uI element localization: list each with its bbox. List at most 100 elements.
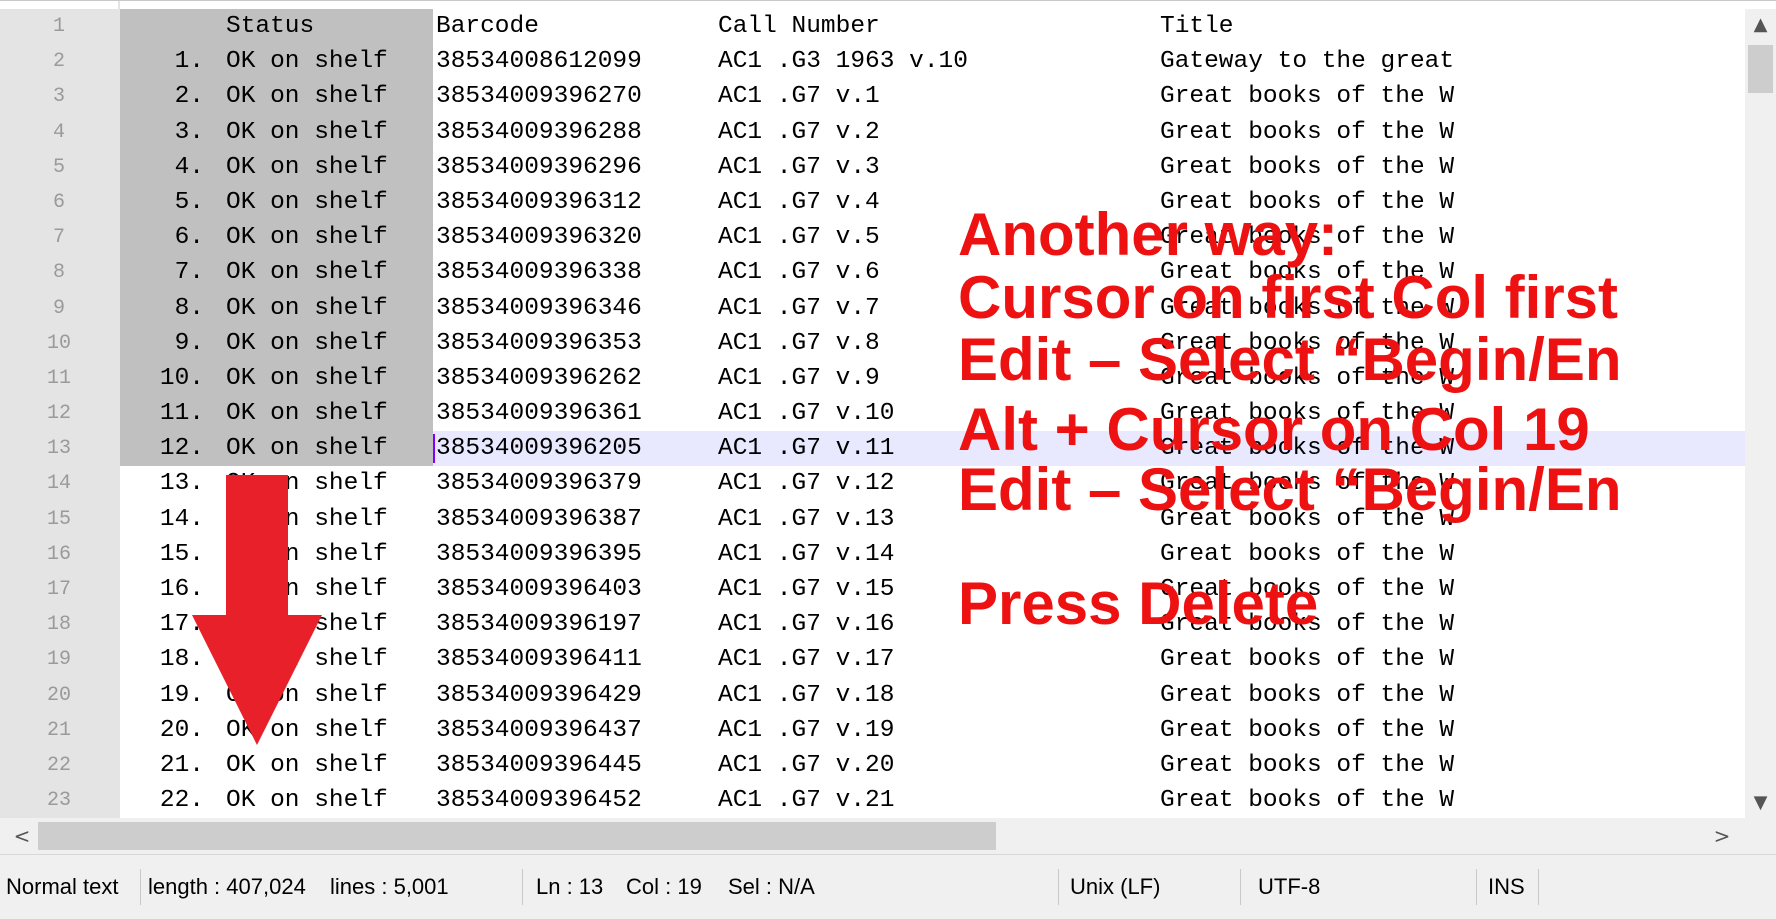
- row-title: Great books of the W: [1160, 470, 1455, 498]
- row-barcode: 38534009396346: [436, 294, 642, 322]
- scroll-right-icon[interactable]: >: [1708, 818, 1736, 854]
- text-line[interactable]: 7. OK on shelf 38534009396338 AC1 .G7 v.6 Gr…: [120, 255, 1745, 291]
- text-area[interactable]: Status Barcode Call Number Title 1. OK on she…: [120, 9, 1745, 818]
- row-status: OK on shelf: [226, 259, 388, 287]
- line-number-gutter: 1 2 3 4 5 6 7 8 9 10 11 12 13 14 15 16 17 18 19 20 21 22 23: [0, 9, 118, 819]
- row-call-number: AC1 .G7 v.14: [718, 540, 895, 568]
- row-number: 2.: [174, 83, 204, 111]
- text-line[interactable]: 22. OK on shelf 38534009396452 AC1 .G7 v.21…: [120, 783, 1745, 818]
- row-number: 22.: [159, 787, 204, 815]
- row-status: OK on shelf: [226, 646, 388, 674]
- line-number: 8: [0, 255, 118, 291]
- row-barcode: 38534009396387: [436, 505, 642, 533]
- text-editor[interactable]: 1 2 3 4 5 6 7 8 9 10 11 12 13 14 15 16 17 18 19 20 21 22 23 St…: [0, 0, 1776, 819]
- status-selection: Sel : N/A: [728, 874, 815, 899]
- row-number: 14.: [159, 505, 204, 533]
- text-line[interactable]: 13. OK on shelf 38534009396379 AC1 .G7 v.12…: [120, 466, 1745, 501]
- row-barcode: 38534009396353: [436, 329, 642, 357]
- row-call-number: AC1 .G3 1963 v.10: [718, 48, 968, 76]
- text-line[interactable]: 21. OK on shelf 38534009396445 AC1 .G7 v.20…: [120, 748, 1745, 783]
- row-number: 19.: [159, 681, 204, 709]
- text-line[interactable]: 8. OK on shelf 38534009396346 AC1 .G7 v.7 Gr…: [120, 290, 1745, 326]
- column-header-barcode: Barcode: [436, 13, 539, 40]
- row-call-number: AC1 .G7 v.13: [718, 505, 895, 533]
- text-line[interactable]: 16. OK on shelf 38534009396403 AC1 .G7 v.15…: [120, 572, 1745, 607]
- row-status: OK on shelf: [226, 118, 388, 146]
- row-status: OK on shelf: [226, 400, 388, 428]
- text-line[interactable]: 6. OK on shelf 38534009396320 AC1 .G7 v.5 Gr…: [120, 220, 1745, 256]
- scroll-down-icon[interactable]: ▼: [1745, 787, 1776, 819]
- text-line[interactable]: 10. OK on shelf 38534009396262 AC1 .G7 v.9 G…: [120, 360, 1745, 397]
- vertical-scrollbar[interactable]: ▲ ▼: [1745, 9, 1776, 819]
- horizontal-scroll-thumb[interactable]: [38, 822, 996, 850]
- line-number: 5: [0, 149, 118, 185]
- text-line[interactable]: 5. OK on shelf 38534009396312 AC1 .G7 v.4 Gr…: [120, 184, 1745, 221]
- text-line[interactable]: 15. OK on shelf 38534009396395 AC1 .G7 v.14…: [120, 537, 1745, 572]
- row-barcode: 38534009396205: [436, 435, 642, 463]
- row-call-number: AC1 .G7 v.15: [718, 576, 895, 603]
- row-title: Great books of the W: [1160, 83, 1455, 111]
- text-line[interactable]: 14. OK on shelf 38534009396387 AC1 .G7 v.13…: [120, 502, 1745, 537]
- status-encoding[interactable]: UTF-8: [1258, 855, 1320, 919]
- row-barcode: 38534009396452: [436, 787, 642, 815]
- status-line-number: Ln : 13: [536, 874, 604, 899]
- row-number: 6.: [174, 224, 204, 252]
- row-title: Great books of the W: [1160, 118, 1455, 146]
- row-title: Great books of the W: [1160, 364, 1455, 392]
- scroll-up-icon[interactable]: ▲: [1745, 9, 1776, 41]
- row-barcode: 38534009396437: [436, 716, 642, 744]
- row-status: OK on shelf: [226, 153, 388, 181]
- row-status: OK on shelf: [226, 576, 388, 603]
- text-line[interactable]: 4. OK on shelf 38534009396296 AC1 .G7 v.3 Gr…: [120, 149, 1745, 185]
- text-line[interactable]: 1. OK on shelf 38534008612099 AC1 .G3 1963 …: [120, 44, 1745, 80]
- row-call-number: AC1 .G7 v.12: [718, 470, 895, 498]
- row-number: 17.: [159, 611, 204, 639]
- row-title: Great books of the W: [1160, 259, 1455, 287]
- text-line[interactable]: 2. OK on shelf 38534009396270 AC1 .G7 v.1 Gr…: [120, 79, 1745, 115]
- row-call-number: AC1 .G7 v.2: [718, 118, 880, 146]
- row-barcode: 38534009396403: [436, 576, 642, 603]
- row-status: OK on shelf: [226, 364, 388, 392]
- row-title: Great books of the W: [1160, 681, 1455, 709]
- row-call-number: AC1 .G7 v.10: [718, 400, 895, 428]
- row-number: 18.: [159, 646, 204, 674]
- status-lines: lines : 5,001: [330, 874, 449, 899]
- text-line[interactable]: 11. OK on shelf 38534009396361 AC1 .G7 v.10…: [120, 396, 1745, 432]
- header-line[interactable]: Status Barcode Call Number Title: [120, 9, 1745, 45]
- line-number: 17: [0, 572, 118, 608]
- scroll-left-icon[interactable]: <: [8, 818, 36, 854]
- status-bar: Normal text length : 407,024 lines : 5,0…: [0, 854, 1776, 919]
- row-call-number: AC1 .G7 v.3: [718, 153, 880, 181]
- text-line[interactable]: 3. OK on shelf 38534009396288 AC1 .G7 v.2 Gr…: [120, 114, 1745, 150]
- vertical-scroll-thumb[interactable]: [1748, 45, 1773, 93]
- line-number: 20: [0, 677, 118, 713]
- text-line[interactable]: 12. OK on shelf 38534009396205 AC1 .G7 v.11…: [120, 431, 1745, 467]
- status-insert-mode: INS: [1488, 874, 1525, 899]
- row-status: OK on shelf: [226, 435, 388, 463]
- row-call-number: AC1 .G7 v.7: [718, 294, 880, 322]
- line-number: 18: [0, 607, 118, 643]
- status-divider: [522, 869, 523, 905]
- text-line[interactable]: 19. OK on shelf 38534009396429 AC1 .G7 v.18…: [120, 678, 1745, 713]
- row-title: Great books of the W: [1160, 611, 1455, 639]
- status-eol[interactable]: Unix (LF): [1070, 855, 1160, 919]
- text-line[interactable]: 9. OK on shelf 38534009396353 AC1 .G7 v.8 Gr…: [120, 325, 1745, 361]
- row-status: OK on shelf: [226, 681, 388, 709]
- text-line[interactable]: 20. OK on shelf 38534009396437 AC1 .G7 v.19…: [120, 713, 1745, 748]
- row-number: 10.: [159, 364, 204, 392]
- line-number: 14: [0, 466, 118, 502]
- row-number: 1.: [174, 48, 204, 76]
- row-barcode: 38534009396429: [436, 681, 642, 709]
- horizontal-scrollbar[interactable]: < >: [0, 818, 1776, 854]
- text-line[interactable]: 17. OK on shelf 38534009396197 AC1 .G7 v.16…: [120, 607, 1745, 642]
- text-caret: [433, 434, 435, 464]
- row-title: Great books of the W: [1160, 153, 1455, 181]
- row-barcode: 38534009396262: [436, 364, 642, 392]
- line-number: 4: [0, 114, 118, 150]
- row-call-number: AC1 .G7 v.8: [718, 329, 880, 357]
- line-number: 11: [0, 360, 118, 397]
- row-title: Great books of the W: [1160, 787, 1455, 815]
- text-line[interactable]: 18. OK on shelf 38534009396411 AC1 .G7 v.17…: [120, 642, 1745, 677]
- row-number: 21.: [159, 751, 204, 779]
- line-number: 19: [0, 642, 118, 678]
